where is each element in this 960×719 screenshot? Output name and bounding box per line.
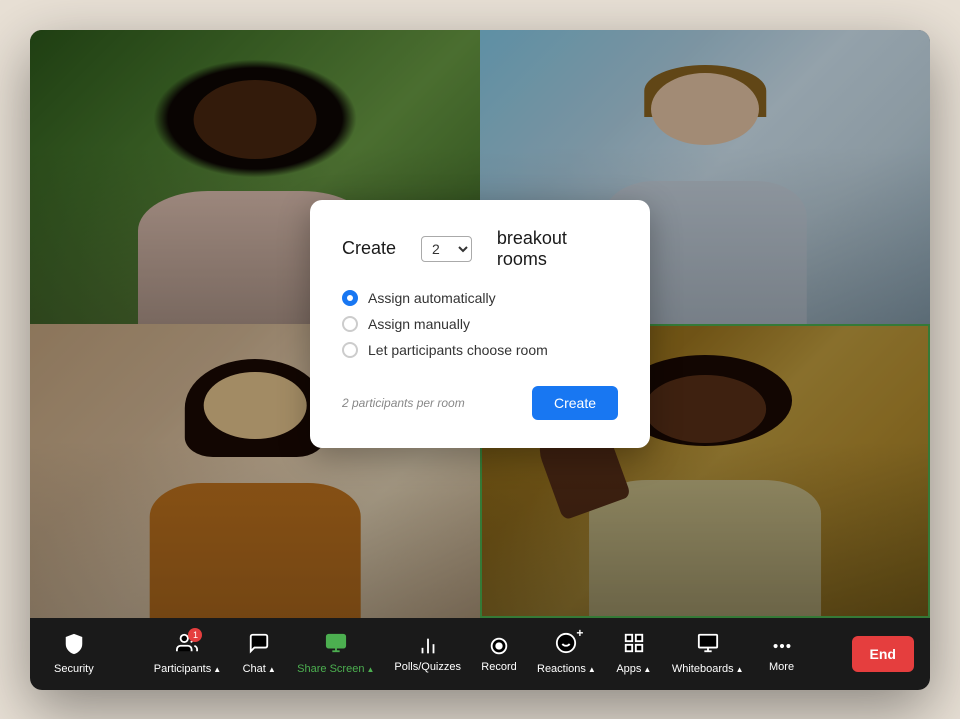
share-screen-caret: ▲ <box>366 665 374 674</box>
participants-label-group: Participants ▲ <box>154 663 221 675</box>
toolbar-polls[interactable]: Polls/Quizzes <box>386 629 469 679</box>
record-label: Record <box>481 661 516 673</box>
security-label: Security <box>54 663 94 675</box>
radio-circle-manual <box>342 316 358 332</box>
create-button[interactable]: Create <box>532 386 618 420</box>
chat-caret: ▲ <box>268 665 276 674</box>
app-window: Create 1 2 3 4 5 breakout rooms <box>30 30 930 690</box>
whiteboards-caret: ▲ <box>736 665 744 674</box>
radio-assign-auto[interactable]: Assign automatically <box>342 290 618 306</box>
whiteboards-label-group: Whiteboards ▲ <box>672 663 744 675</box>
share-screen-label: Share Screen <box>297 663 364 675</box>
chat-label: Chat <box>243 663 266 675</box>
reactions-label-group: Reactions ▲ <box>537 663 596 675</box>
radio-label-manual: Assign manually <box>368 316 470 332</box>
whiteboards-icon-wrap <box>697 632 719 659</box>
more-label: More <box>769 661 794 673</box>
chat-icon-wrap <box>248 632 270 659</box>
toolbar-left: Security <box>46 627 102 681</box>
radio-circle-auto <box>342 290 358 306</box>
toolbar-chat[interactable]: Chat ▲ <box>233 626 285 681</box>
toolbar-center: 1 Participants ▲ Chat ▲ <box>146 626 808 681</box>
reactions-label: Reactions <box>537 663 586 675</box>
share-screen-icon-wrap <box>325 632 347 659</box>
participants-icon-wrap: 1 <box>176 632 198 659</box>
apps-icon <box>623 632 645 654</box>
polls-label: Polls/Quizzes <box>394 661 461 673</box>
radio-label-choose: Let participants choose room <box>368 342 548 358</box>
radio-circle-choose <box>342 342 358 358</box>
modal-overlay: Create 1 2 3 4 5 breakout rooms <box>30 30 930 618</box>
toolbar-share-screen[interactable]: Share Screen ▲ <box>289 626 382 681</box>
apps-label: Apps <box>616 663 641 675</box>
whiteboards-label: Whiteboards <box>672 663 734 675</box>
chat-icon <box>248 632 270 654</box>
modal-title: Create 1 2 3 4 5 breakout rooms <box>342 228 618 270</box>
chat-label-group: Chat ▲ <box>243 663 276 675</box>
toolbar: Security 1 Participants ▲ <box>30 618 930 690</box>
participants-caret: ▲ <box>213 665 221 674</box>
breakout-room-modal: Create 1 2 3 4 5 breakout rooms <box>310 200 650 448</box>
toolbar-participants[interactable]: 1 Participants ▲ <box>146 626 229 681</box>
more-icon <box>771 635 793 657</box>
toolbar-right: End <box>852 636 914 672</box>
radio-label-auto: Assign automatically <box>368 290 496 306</box>
participants-label: Participants <box>154 663 211 675</box>
record-icon <box>488 635 510 657</box>
participants-badge: 1 <box>188 628 202 642</box>
apps-caret: ▲ <box>643 665 651 674</box>
reactions-plus: + <box>576 626 583 640</box>
whiteboards-icon <box>697 632 719 654</box>
toolbar-security[interactable]: Security <box>46 627 102 681</box>
security-icon <box>63 633 85 659</box>
reactions-icon <box>555 632 577 654</box>
radio-participant-choose[interactable]: Let participants choose room <box>342 342 618 358</box>
assignment-options: Assign automatically Assign manually Let… <box>342 290 618 358</box>
modal-title-prefix: Create <box>342 238 396 259</box>
room-count-select[interactable]: 1 2 3 4 5 <box>421 236 472 262</box>
polls-icon <box>417 635 439 657</box>
toolbar-record[interactable]: Record <box>473 629 525 679</box>
apps-icon-wrap <box>623 632 645 659</box>
video-grid: Create 1 2 3 4 5 breakout rooms <box>30 30 930 618</box>
modal-title-suffix: breakout rooms <box>497 228 618 270</box>
radio-assign-manual[interactable]: Assign manually <box>342 316 618 332</box>
end-button[interactable]: End <box>852 636 914 672</box>
toolbar-reactions[interactable]: + Reactions ▲ <box>529 626 604 681</box>
reactions-caret: ▲ <box>588 665 596 674</box>
reactions-icon-wrap: + <box>555 632 577 659</box>
modal-footer: 2 participants per room Create <box>342 386 618 420</box>
share-screen-icon <box>325 632 347 654</box>
toolbar-more[interactable]: More <box>756 629 808 679</box>
toolbar-apps[interactable]: Apps ▲ <box>608 626 660 681</box>
participants-info: 2 participants per room <box>342 396 465 410</box>
share-screen-label-group: Share Screen ▲ <box>297 663 374 675</box>
toolbar-whiteboards[interactable]: Whiteboards ▲ <box>664 626 752 681</box>
apps-label-group: Apps ▲ <box>616 663 651 675</box>
